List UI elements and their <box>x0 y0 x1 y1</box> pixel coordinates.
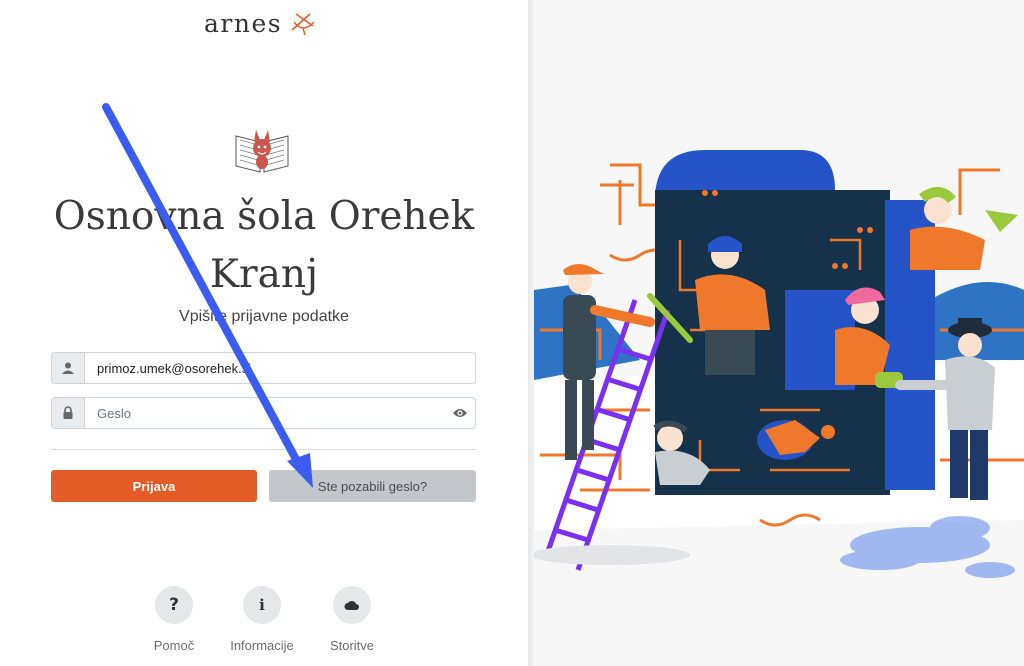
school-name: Osnovna šola Orehek Kranj <box>53 194 475 297</box>
password-input[interactable] <box>85 399 445 427</box>
footer-services[interactable]: Storitve <box>312 586 392 653</box>
school-crest-icon <box>235 130 289 173</box>
forgot-password-button[interactable]: Ste pozabili geslo? <box>269 470 476 502</box>
footer-info[interactable]: i Informacije <box>222 586 302 653</box>
footer-info-label[interactable]: Informacije <box>222 638 302 653</box>
footer-services-label[interactable]: Storitve <box>312 638 392 653</box>
eye-icon[interactable] <box>445 399 475 427</box>
illustration-panel <box>534 0 1024 666</box>
login-panel: arnes Osnovna šola Orehek Kranj Vpišite … <box>0 0 528 666</box>
footer-help[interactable]: ? Pomoč <box>134 586 214 653</box>
brand-name: arnes <box>204 8 283 38</box>
form-divider <box>51 449 476 450</box>
login-subtitle: Vpišite prijavne podatke <box>179 308 349 325</box>
user-icon <box>52 353 85 383</box>
annotation-arrow <box>102 103 313 488</box>
lock-icon <box>52 398 85 428</box>
email-input[interactable] <box>85 354 475 382</box>
email-field <box>51 352 476 384</box>
cloud-icon[interactable] <box>333 586 371 624</box>
footer-help-label[interactable]: Pomoč <box>134 638 214 653</box>
password-field <box>51 397 476 429</box>
question-icon[interactable]: ? <box>155 586 193 624</box>
team-repairing-machine-illustration <box>534 150 1024 578</box>
arnes-logo[interactable]: arnes <box>204 8 318 38</box>
login-button[interactable]: Prijava <box>51 470 257 502</box>
arnes-logo-icon <box>291 13 315 36</box>
info-icon[interactable]: i <box>243 586 281 624</box>
